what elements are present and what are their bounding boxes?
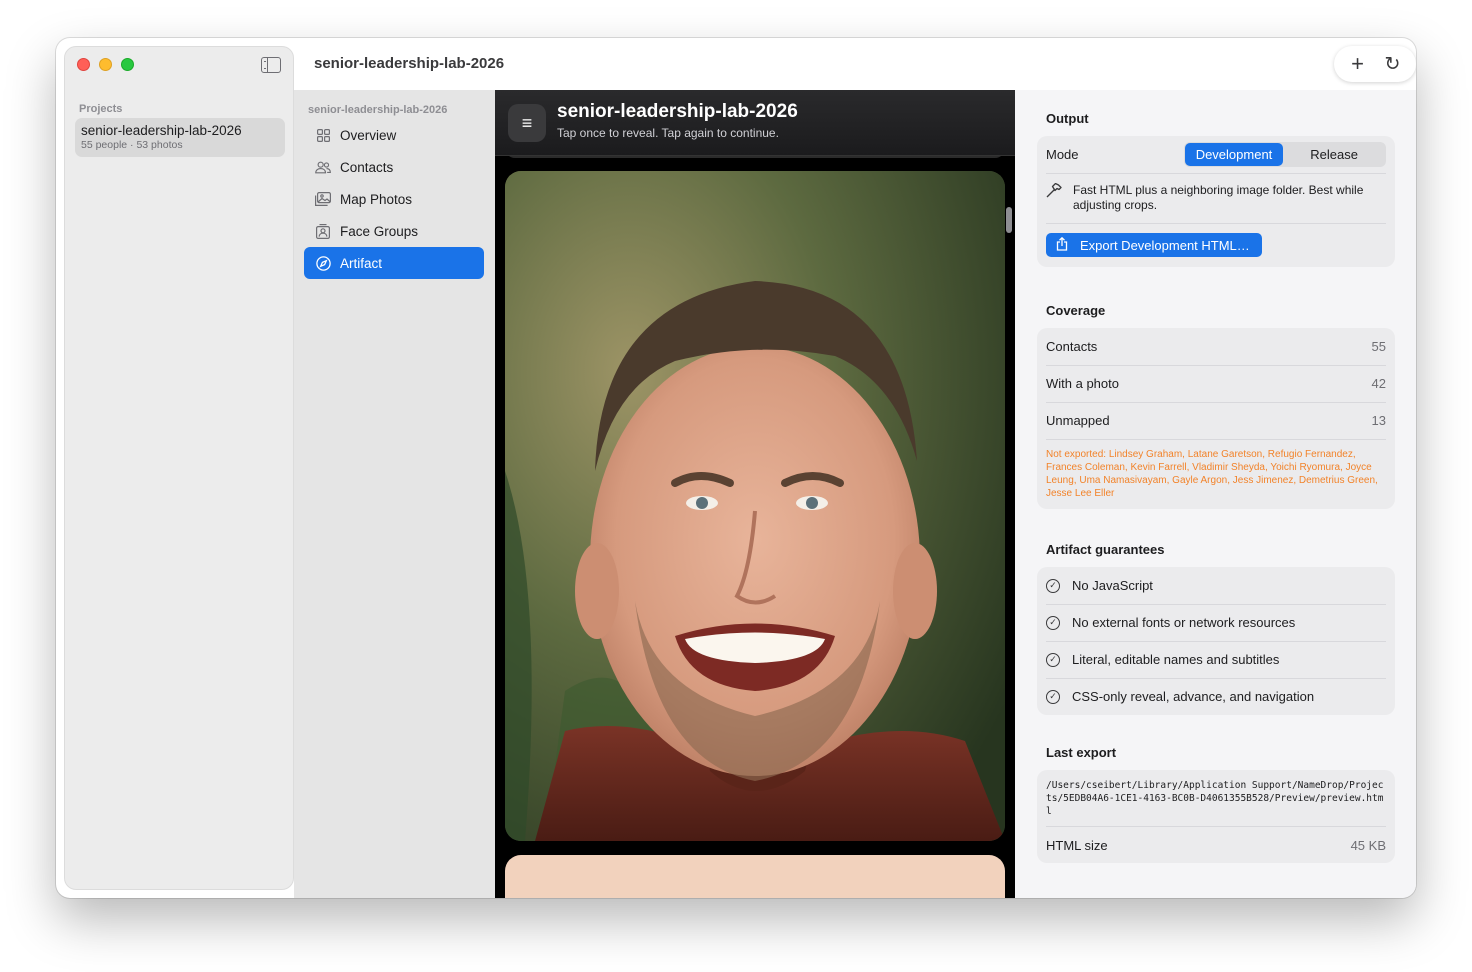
nav-item-overview[interactable]: Overview	[304, 119, 484, 151]
photos-icon	[315, 191, 331, 207]
nav-item-face-groups[interactable]: Face Groups	[304, 215, 484, 247]
face-group-icon	[315, 223, 331, 239]
export-row: Export Development HTML…	[1037, 223, 1395, 267]
mode-label: Mode	[1046, 147, 1079, 162]
mode-description: Fast HTML plus a neighboring image folde…	[1037, 173, 1395, 223]
nav-item-label: Face Groups	[340, 223, 419, 239]
contact-portrait-image	[505, 171, 1005, 841]
grid-icon	[315, 127, 331, 143]
preview-title: senior-leadership-lab-2026	[557, 101, 798, 122]
not-exported-list: Not exported: Lindsey Graham, Latane Gar…	[1037, 439, 1395, 509]
guarantee-text: Literal, editable names and subtitles	[1072, 652, 1280, 667]
mode-segmented-control: Development Release	[1183, 142, 1386, 167]
output-card: Mode Development Release Fast HTML plus …	[1037, 136, 1395, 267]
mode-release-option[interactable]: Release	[1283, 143, 1385, 166]
html-size-label: HTML size	[1046, 837, 1108, 853]
checkmark-circle-icon: ✓	[1046, 689, 1060, 704]
people-icon	[315, 159, 331, 175]
contact-photo-card[interactable]	[505, 171, 1005, 841]
window-title: senior-leadership-lab-2026	[314, 55, 505, 72]
guarantee-item: ✓ No external fonts or network resources	[1037, 604, 1395, 641]
artifact-preview[interactable]: ≡ senior-leadership-lab-2026 Tap once to…	[495, 90, 1015, 898]
project-name: senior-leadership-lab-2026	[81, 123, 242, 138]
last-export-section-title: Last export	[1046, 745, 1117, 760]
coverage-row-with-photo: With a photo 42	[1037, 365, 1395, 402]
preview-header: ≡ senior-leadership-lab-2026 Tap once to…	[495, 90, 1015, 156]
compass-icon	[315, 255, 331, 271]
coverage-value: 42	[1371, 376, 1386, 391]
projects-sidebar: Projects senior-leadership-lab-2026 55 p…	[64, 46, 294, 890]
projects-section-label: Projects	[79, 103, 123, 115]
hamburger-menu-icon[interactable]: ≡	[508, 104, 546, 142]
guarantees-card: ✓ No JavaScript ✓ No external fonts or n…	[1037, 567, 1395, 715]
sidebar-toggle-icon[interactable]	[261, 57, 281, 73]
last-export-card: /Users/cseibert/Library/Application Supp…	[1037, 770, 1395, 863]
coverage-row-contacts: Contacts 55	[1037, 328, 1395, 365]
nav-item-label: Overview	[340, 127, 397, 143]
hammer-icon	[1046, 182, 1062, 213]
project-item[interactable]: senior-leadership-lab-2026 55 people · 5…	[75, 118, 285, 157]
export-path: /Users/cseibert/Library/Application Supp…	[1046, 780, 1384, 817]
coverage-card: Contacts 55 With a photo 42 Unmapped 13 …	[1037, 328, 1395, 509]
export-button-label: Export Development HTML…	[1080, 237, 1250, 253]
preview-subtitle: Tap once to reveal. Tap again to continu…	[557, 126, 779, 140]
coverage-value: 55	[1371, 339, 1386, 354]
mode-description-text: Fast HTML plus a neighboring image folde…	[1073, 183, 1364, 212]
plus-icon[interactable]: +	[1344, 50, 1372, 78]
nav-item-contacts[interactable]: Contacts	[304, 151, 484, 183]
guarantee-item: ✓ No JavaScript	[1037, 567, 1395, 604]
project-meta: 55 people · 53 photos	[81, 139, 183, 151]
nav-item-label: Artifact	[340, 255, 383, 271]
window-controls	[77, 58, 134, 71]
coverage-value: 13	[1371, 413, 1386, 428]
preview-scrollbar[interactable]	[1006, 207, 1012, 233]
output-section-title: Output	[1046, 111, 1089, 126]
nav-heading: senior-leadership-lab-2026	[308, 104, 448, 116]
coverage-row-unmapped: Unmapped 13	[1037, 402, 1395, 439]
project-nav: senior-leadership-lab-2026 Overview Cont…	[294, 90, 495, 898]
guarantee-text: No JavaScript	[1072, 578, 1153, 593]
checkmark-circle-icon: ✓	[1046, 615, 1060, 630]
nav-item-artifact[interactable]: Artifact	[304, 247, 484, 279]
coverage-label: With a photo	[1046, 376, 1119, 391]
nav-item-label: Map Photos	[340, 191, 413, 207]
app-window: Projects senior-leadership-lab-2026 55 p…	[56, 38, 1416, 898]
coverage-label: Contacts	[1046, 339, 1098, 354]
guarantee-item: ✓ Literal, editable names and subtitles	[1037, 641, 1395, 678]
guarantee-item: ✓ CSS-only reveal, advance, and navigati…	[1037, 678, 1395, 715]
guarantee-text: CSS-only reveal, advance, and navigation	[1072, 689, 1315, 704]
checkmark-circle-icon: ✓	[1046, 652, 1060, 667]
mode-development-option[interactable]: Development	[1184, 143, 1284, 166]
html-size-value: 45 KB	[1350, 837, 1386, 853]
coverage-label: Unmapped	[1046, 413, 1110, 428]
html-size-row: HTML size 45 KB	[1046, 826, 1386, 863]
toolbar-button-group: + ↻	[1334, 46, 1416, 82]
next-card-peek	[505, 855, 1005, 898]
close-window-button[interactable]	[77, 58, 90, 71]
share-icon	[1056, 236, 1068, 254]
zoom-window-button[interactable]	[121, 58, 134, 71]
inspector-panel: Output Mode Development Release Fast HTM…	[1015, 90, 1416, 898]
mode-row: Mode Development Release	[1037, 136, 1395, 173]
export-html-button[interactable]: Export Development HTML…	[1046, 233, 1262, 257]
nav-item-label: Contacts	[340, 159, 394, 175]
nav-item-map-photos[interactable]: Map Photos	[304, 183, 484, 215]
guarantee-text: No external fonts or network resources	[1072, 615, 1296, 630]
minimize-window-button[interactable]	[99, 58, 112, 71]
guarantees-section-title: Artifact guarantees	[1046, 542, 1165, 557]
refresh-icon[interactable]: ↻	[1379, 50, 1407, 78]
coverage-section-title: Coverage	[1046, 303, 1106, 318]
checkmark-circle-icon: ✓	[1046, 578, 1060, 593]
